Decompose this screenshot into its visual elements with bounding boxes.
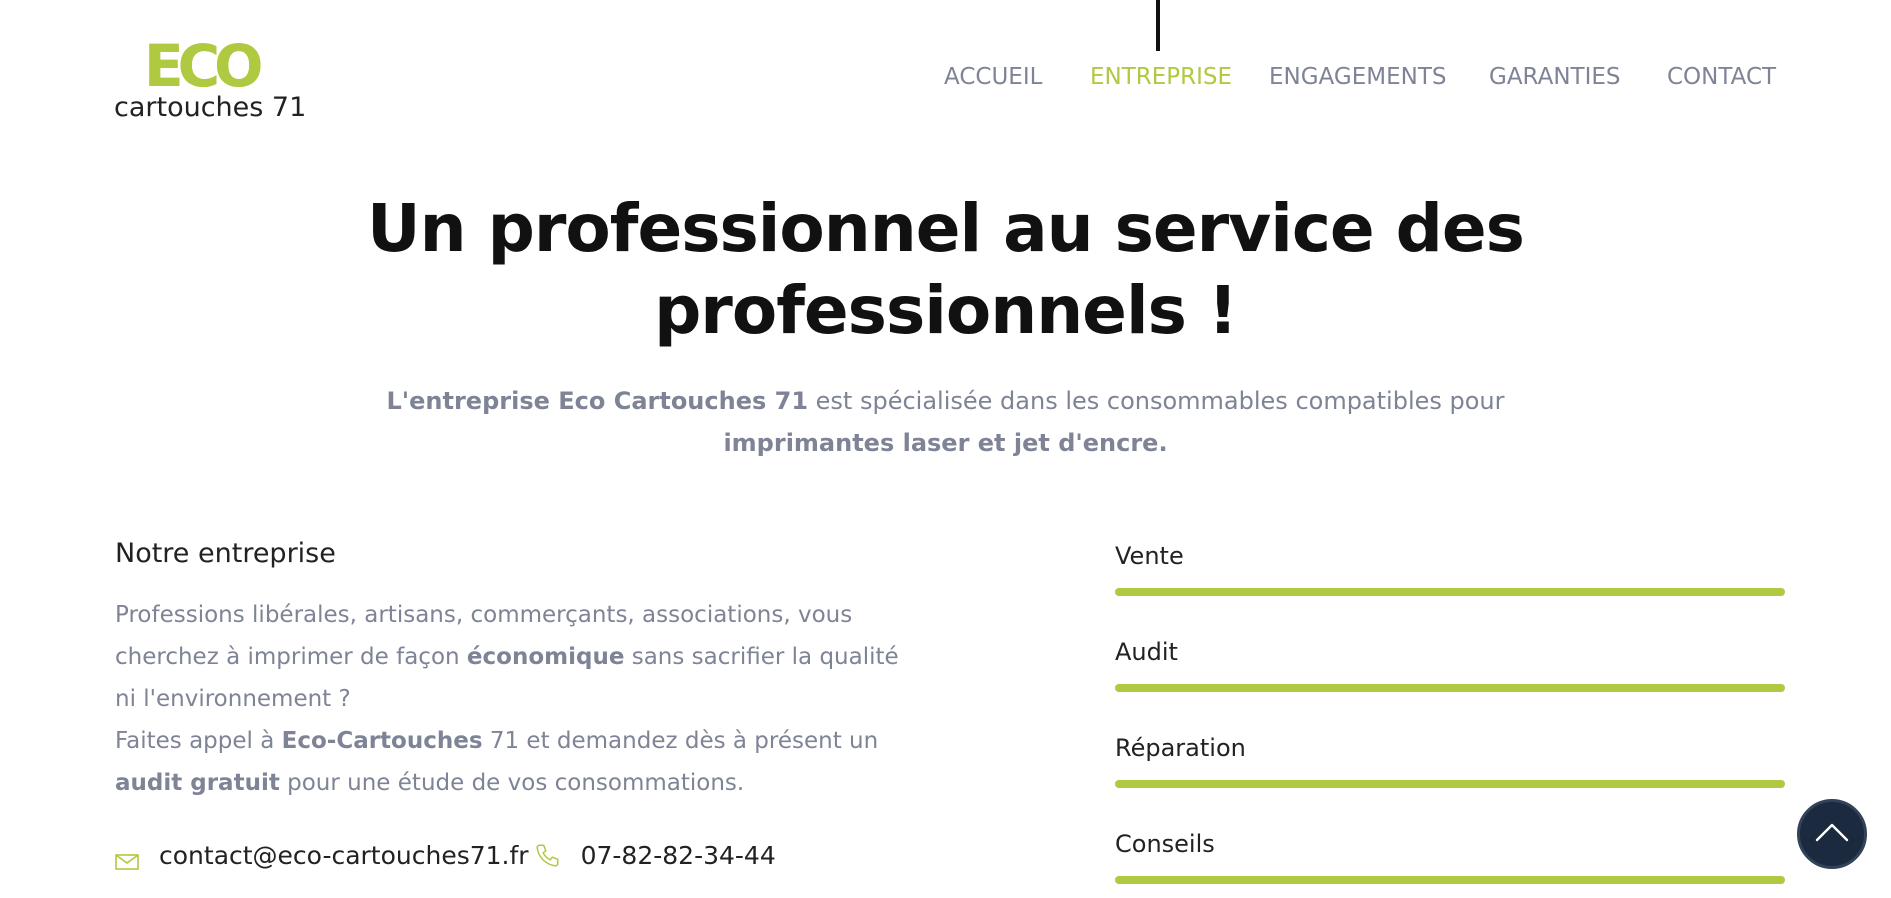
skill-fill — [1115, 780, 1785, 788]
skill-fill — [1115, 588, 1785, 596]
nav-item-garanties[interactable]: GARANTIES — [1489, 62, 1621, 92]
skill-fill — [1115, 684, 1785, 692]
page-title-line-1: Un professionnel au service des — [367, 190, 1525, 267]
mail-icon — [115, 847, 139, 870]
skill-conseils: Conseils — [1115, 829, 1785, 884]
skill-label: Réparation — [1115, 734, 1246, 762]
about-paragraph: Professions libérales, artisans, commerç… — [115, 594, 945, 804]
contact-phone-link[interactable]: 07-82-82-34-44 — [581, 841, 776, 870]
chevron-up-icon — [1815, 822, 1849, 846]
skill-fill — [1115, 876, 1785, 884]
main-nav: ACCUEIL ENTREPRISE ENGAGEMENTS GARANTIES… — [0, 62, 1891, 92]
about-line-3: ni l'environnement ? — [115, 686, 351, 712]
skill-audit: Audit — [1115, 637, 1785, 692]
intro-printers: imprimantes laser et jet d'encre. — [723, 429, 1168, 457]
logo-subtitle: cartouches 71 — [114, 92, 307, 123]
intro-line-1: L'entreprise Eco Cartouches 71 est spéci… — [0, 380, 1891, 422]
skill-track — [1115, 588, 1785, 596]
nav-item-accueil[interactable]: ACCUEIL — [944, 62, 1042, 92]
skill-track — [1115, 876, 1785, 884]
page-title-line-2: professionnels ! — [654, 272, 1238, 349]
phone-icon — [535, 842, 561, 868]
section-title-notre-entreprise: Notre entreprise — [115, 538, 336, 569]
contact-email-link[interactable]: contact@eco-cartouches71.fr — [159, 841, 529, 870]
about-line-2-text-b: sans sacrifier la qualité — [624, 644, 899, 670]
skill-vente: Vente — [1115, 541, 1785, 596]
about-line-5-text: pour une étude de vos consommations. — [279, 770, 745, 796]
about-eco-cartouches: Eco-Cartouches — [281, 728, 483, 754]
nav-item-engagements[interactable]: ENGAGEMENTS — [1269, 62, 1446, 92]
skill-label: Conseils — [1115, 830, 1215, 858]
about-line-4: Faites appel à Eco-Cartouches 71 et dema… — [115, 720, 945, 762]
skill-label: Vente — [1115, 542, 1184, 570]
skill-track — [1115, 780, 1785, 788]
about-audit-gratuit: audit gratuit — [115, 770, 280, 796]
skill-track — [1115, 684, 1785, 692]
about-line-1: Professions libérales, artisans, commerç… — [115, 602, 853, 628]
nav-item-contact[interactable]: CONTACT — [1667, 62, 1776, 92]
nav-item-entreprise[interactable]: ENTREPRISE — [1090, 62, 1232, 92]
about-line-4-text: Faites appel à — [115, 728, 282, 754]
about-line-2-text: cherchez à imprimer de façon — [115, 644, 467, 670]
intro-text: est spécialisée dans les consommables co… — [808, 387, 1505, 415]
about-line-5: audit gratuit pour une étude de vos cons… — [115, 762, 945, 804]
page-title: Un professionnel au service des professi… — [0, 188, 1891, 352]
intro-company-name: L'entreprise Eco Cartouches 71 — [386, 387, 809, 415]
nav-active-indicator — [1156, 0, 1160, 51]
intro-paragraph: L'entreprise Eco Cartouches 71 est spéci… — [0, 380, 1891, 464]
scroll-to-top-button[interactable] — [1797, 799, 1867, 869]
about-line-4-text-b: 71 et demandez dès à présent un — [482, 728, 879, 754]
intro-line-2: imprimantes laser et jet d'encre. — [0, 422, 1891, 464]
skill-reparation: Réparation — [1115, 733, 1785, 788]
about-line-2: cherchez à imprimer de façon économique … — [115, 636, 945, 678]
skill-label: Audit — [1115, 638, 1178, 666]
contact-row: contact@eco-cartouches71.fr 07-82-82-34-… — [115, 838, 776, 872]
about-economique: économique — [466, 644, 625, 670]
